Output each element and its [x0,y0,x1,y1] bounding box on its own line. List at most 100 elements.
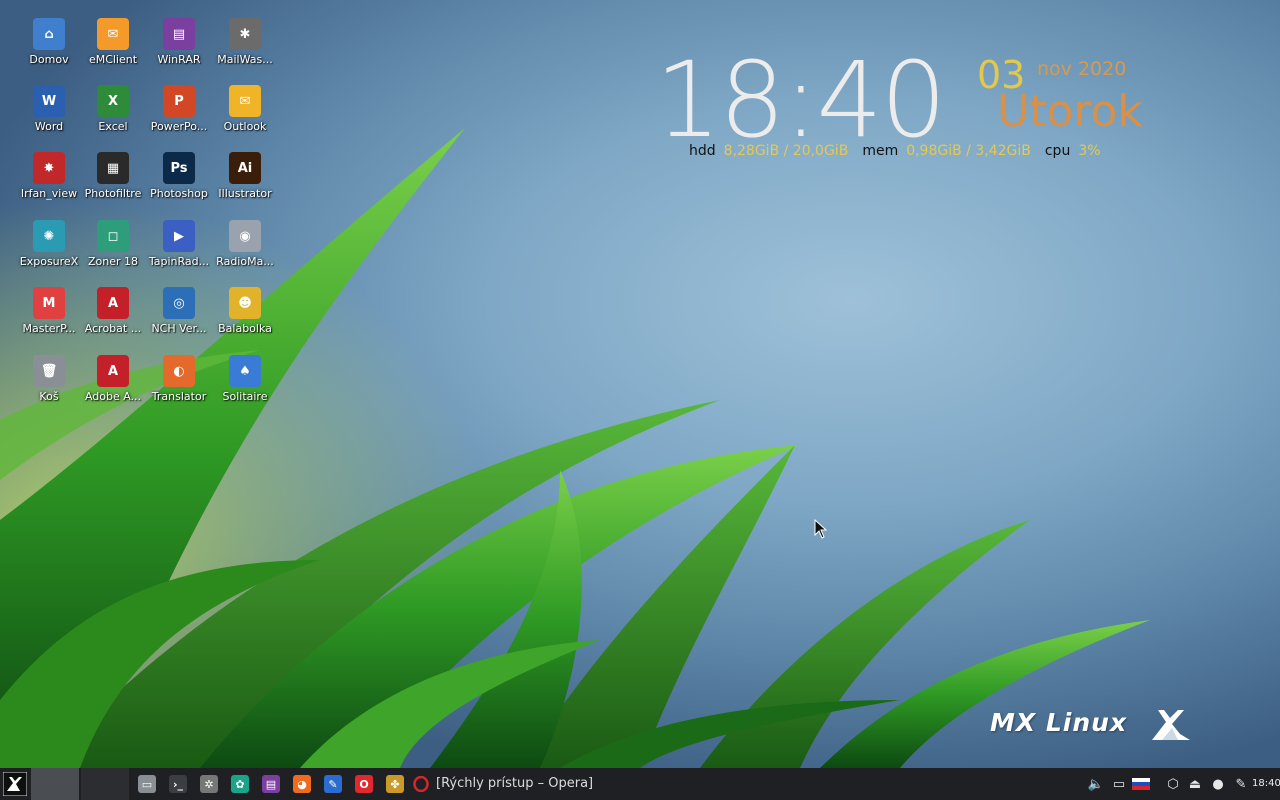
desktop-icon-illustrator[interactable]: Ai Illustrator [211,152,279,214]
powerpoint-icon: P [163,85,195,117]
desktop-icon-label: RadioMa... [216,255,274,268]
conky-time: 18:40 [655,39,947,161]
slovak-flag-icon[interactable] [1132,768,1150,800]
photoshop-icon: Ps [163,152,195,184]
mailwasher-icon: ✱ [229,18,261,50]
exposurex-icon: ✺ [33,220,65,252]
desktop-icon-emclient[interactable]: ✉ eMClient [79,18,147,80]
desktop-icon-label: Solitaire [222,390,268,403]
desktop-icon-tapinrad[interactable]: ▶ TapinRad... [145,220,213,282]
desktop-icon-excel[interactable]: X Excel [79,85,147,147]
photofiltre-icon: ▦ [97,152,129,184]
tray-clock[interactable]: 18:40 [1252,768,1280,800]
mx-menu-button[interactable] [2,768,28,800]
desktop-icon-label: Adobe A... [84,390,142,403]
launcher-writer[interactable]: ✎ [322,768,344,800]
active-task-opera[interactable] [412,768,430,800]
trash-icon: 🗑 [33,355,65,387]
balabolka-icon: ☻ [229,287,261,319]
illustrator-icon: Ai [229,152,261,184]
desktop-icon-label: Acrobat ... [84,322,142,335]
desktop-icon-masterp[interactable]: M MasterP... [15,287,83,349]
desktop-icon-winrar[interactable]: ▤ WinRAR [145,18,213,80]
desktop-icon-translator[interactable]: ◐ Translator [145,355,213,417]
conky-weekday: Utorok [997,86,1143,137]
emclient-icon: ✉ [97,18,129,50]
launcher-settings-wheel[interactable]: ✲ [198,768,220,800]
desktop-icon-photoshop[interactable]: Ps Photoshop [145,152,213,214]
irfanview-icon: ✸ [33,152,65,184]
desktop-icon-label: Domov [29,53,69,66]
mouse-cursor-icon [814,519,828,539]
translator-icon: ◐ [163,355,195,387]
desktop-icon-label: MasterP... [22,322,76,335]
hdd-label: hdd [689,143,716,159]
desktop-icon-label: PowerPo... [150,120,208,133]
desktop-icon-irfan-view[interactable]: ✸ Irfan_view [15,152,83,214]
desktop-icon-word[interactable]: W Word [15,85,83,147]
desktop-icon-mailwas[interactable]: ✱ MailWas... [211,18,279,80]
desktop-icon-label: eMClient [88,53,138,66]
launcher-winrar[interactable]: ▤ [260,768,282,800]
word-icon: W [33,85,65,117]
cpu-value: 3% [1078,143,1101,159]
desktop-icon-acrobat[interactable]: A Acrobat ... [79,287,147,349]
cpu-label: cpu [1044,143,1071,159]
launcher-file-manager[interactable]: ▭ [136,768,158,800]
desktop-icon-label: Koš [39,390,59,403]
desktop-icon-label: TapinRad... [148,255,210,268]
outlook-icon: ✉ [229,85,261,117]
network-icon[interactable]: ⬡ [1164,768,1182,800]
desktop-icon-label: Word [34,120,64,133]
desktop-icon-photofiltre[interactable]: ▦ Photofiltre [79,152,147,214]
desktop-icon-outlook[interactable]: ✉ Outlook [211,85,279,147]
acrobat-icon: A [97,287,129,319]
desktop-icon-solitaire[interactable]: ♠ Solitaire [211,355,279,417]
hdd-value: 8,28GiB / 20,0GiB [723,143,849,159]
radiomaximus-icon: ◉ [229,220,261,252]
workspace-2[interactable] [81,768,129,800]
launcher-opera[interactable]: O [353,768,375,800]
launcher-firefox[interactable]: ◕ [291,768,313,800]
desktop-icon-label: Irfan_view [20,187,78,200]
settings-wheel-icon: ✲ [200,775,218,793]
desktop-icon-powerpo[interactable]: P PowerPo... [145,85,213,147]
desktop-icon-adobe-a[interactable]: A Adobe A... [79,355,147,417]
desktop-icon-label: MailWas... [217,53,273,66]
desktop-icon-zoner-18[interactable]: ◻ Zoner 18 [79,220,147,282]
desktop-icon-label: Outlook [223,120,267,133]
desktop-icon-label: Balabolka [218,322,272,335]
taskbar: ▭ ›_ ✲ ✿ ▤ ◕ ✎ O ✤ [Rýchly prístup – Opera] 🔈 ▭ ⬡ ⏏… [0,768,1280,800]
desktop-icon-domov[interactable]: ⌂ Domov [15,18,83,80]
tapinradio-icon: ▶ [163,220,195,252]
winrar-icon: ▤ [262,775,280,793]
desktop-icon-radioma[interactable]: ◉ RadioMa... [211,220,279,282]
active-task-title[interactable]: [Rýchly prístup – Opera] [436,768,593,800]
desktop-icon-exposurex[interactable]: ✺ ExposureX [15,220,83,282]
clipboard-icon[interactable]: ✎ [1232,768,1250,800]
zoner-icon: ◻ [97,220,129,252]
desktop-icon-label: Zoner 18 [87,255,139,268]
pinwheel-icon: ✤ [386,775,404,793]
desktop-icon-label: Excel [98,120,128,133]
workspace-1[interactable] [31,768,79,800]
launcher-terminal[interactable]: ›_ [167,768,189,800]
launcher-mx-tools[interactable]: ✿ [229,768,251,800]
desktop-icon-nch-ver[interactable]: ◎ NCH Ver... [145,287,213,349]
mem-value: 0,98GiB / 3,42GiB [906,143,1031,159]
mx-linux-logo-text: MX Linux [990,708,1128,737]
launcher-pinwheel[interactable]: ✤ [384,768,406,800]
adobe-reader-icon: A [97,355,129,387]
mem-label: mem [862,143,899,159]
desktop-icon-balabolka[interactable]: ☻ Balabolka [211,287,279,349]
masterpdf-icon: M [33,287,65,319]
desktop-icon-label: ExposureX [19,255,79,268]
volume-icon[interactable]: 🔈 [1087,768,1105,800]
eject-icon[interactable]: ⏏ [1186,768,1204,800]
desktop-icon-ko[interactable]: 🗑 Koš [15,355,83,417]
display-icon[interactable]: ▭ [1110,768,1128,800]
conky-widget: 18:40 03 nov 2020 Utorok hdd 8,28GiB / 20… [655,48,1155,168]
excel-icon: X [97,85,129,117]
desktop-icon-label: Photoshop [150,187,208,200]
updater-icon[interactable]: ● [1209,768,1227,800]
